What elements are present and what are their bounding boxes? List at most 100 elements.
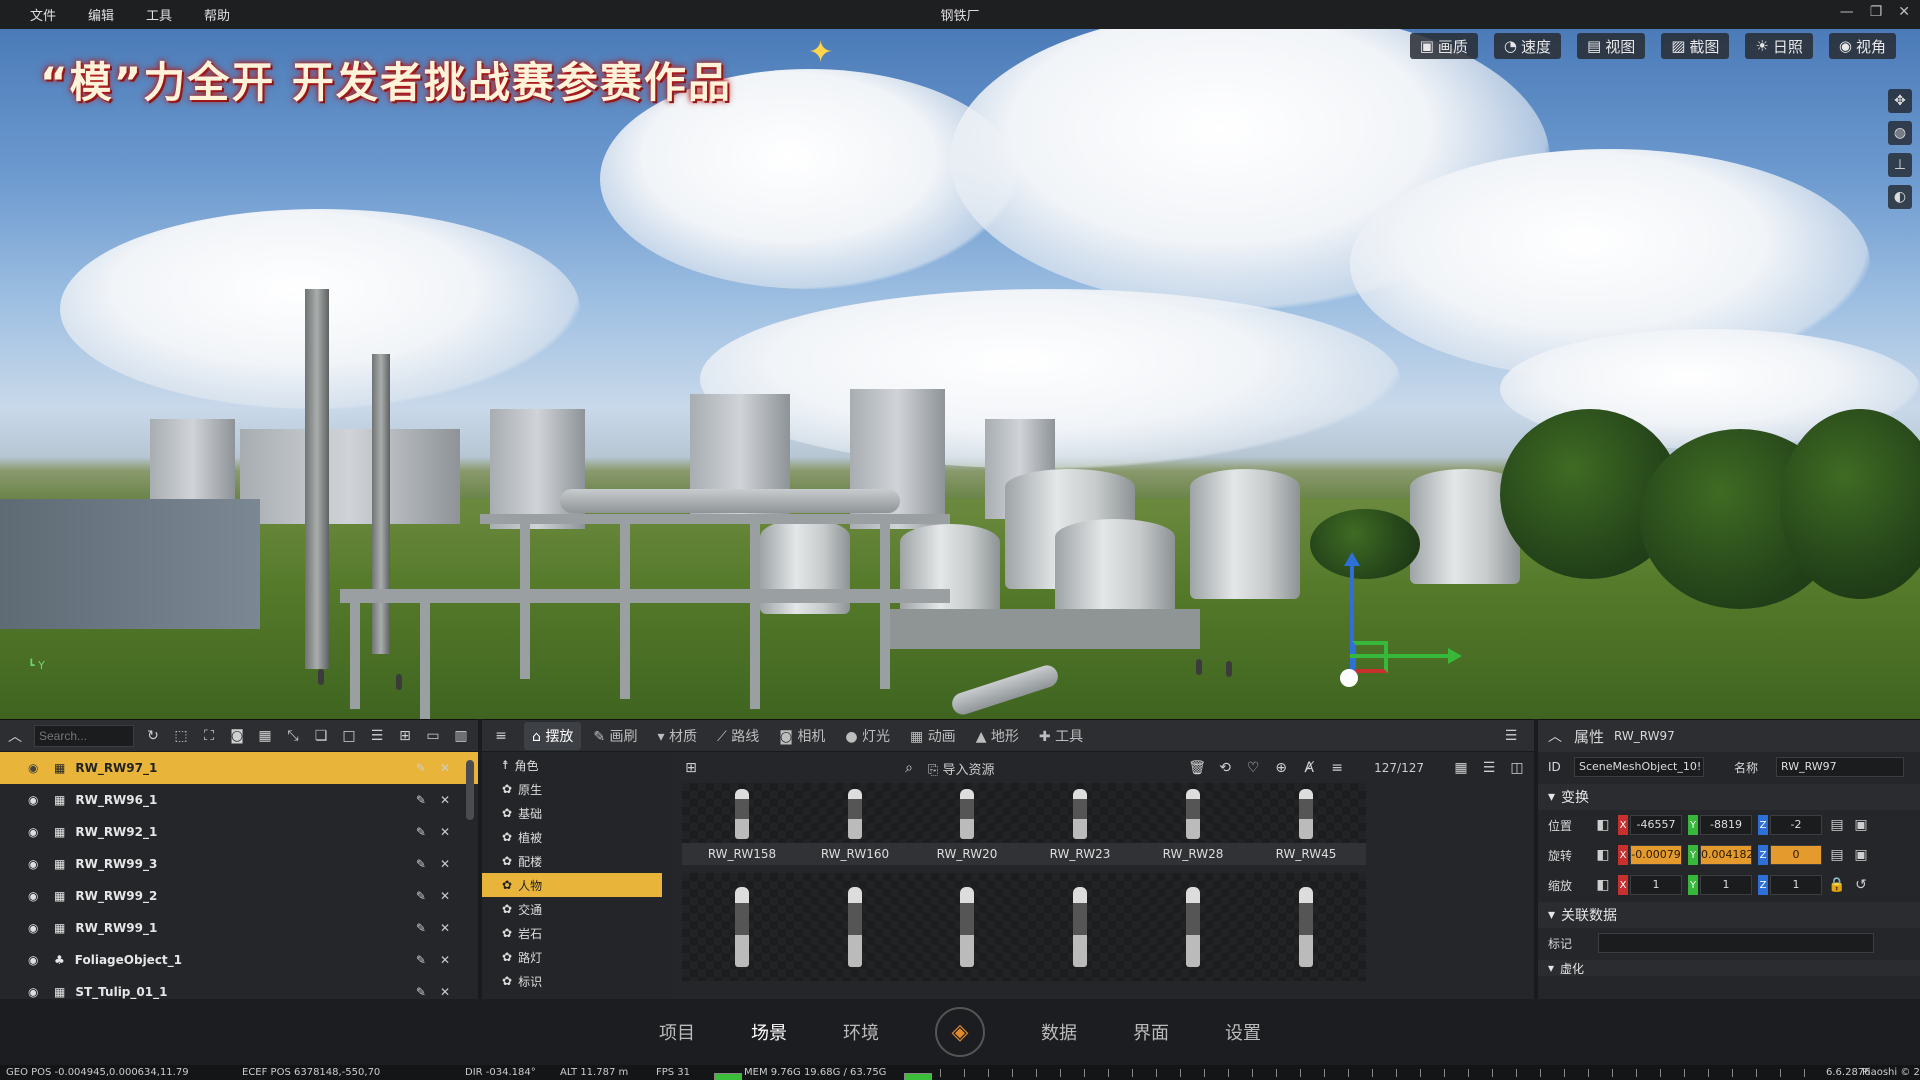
- visibility-eye-icon[interactable]: ◉: [28, 793, 44, 807]
- camera-globe-icon[interactable]: ◐: [1888, 185, 1912, 209]
- nav-scene[interactable]: 场景: [751, 1019, 787, 1045]
- gizmo-y-arrow[interactable]: [1350, 648, 1462, 664]
- add-chart-icon[interactable]: ⊕: [1272, 760, 1290, 776]
- outliner-row[interactable]: ◉ ▦ RW_RW99_1 ✎ ✕: [0, 912, 478, 944]
- asset-thumbnail[interactable]: [1020, 873, 1140, 981]
- visibility-eye-icon[interactable]: ◉: [28, 825, 44, 839]
- scale-x[interactable]: 1: [1630, 875, 1682, 895]
- remove-icon[interactable]: ✕: [440, 921, 450, 935]
- scale-z[interactable]: 1: [1770, 875, 1822, 895]
- tab-route[interactable]: ⟋ 路线: [709, 722, 767, 750]
- view-button[interactable]: ▤ 视图: [1577, 33, 1646, 59]
- visibility-eye-icon[interactable]: ◉: [28, 985, 44, 999]
- asset-thumbnail[interactable]: [682, 873, 802, 981]
- reset-icon[interactable]: ↺: [1852, 877, 1870, 893]
- category-item[interactable]: ☨ 角色: [482, 753, 672, 777]
- category-item[interactable]: ✿ 交通: [482, 897, 672, 921]
- frame-icon[interactable]: ⛶: [200, 728, 218, 744]
- remove-icon[interactable]: ✕: [440, 825, 450, 839]
- rotation-z[interactable]: 0: [1770, 845, 1822, 865]
- menu-edit[interactable]: 编辑: [72, 5, 130, 24]
- nav-data[interactable]: 数据: [1041, 1019, 1077, 1045]
- perspective-button[interactable]: ◉ 视角: [1828, 33, 1896, 59]
- tab-brush[interactable]: ✎ 画刷: [585, 722, 645, 750]
- edit-icon[interactable]: ✎: [416, 825, 426, 839]
- preview-icon[interactable]: ◫: [1508, 760, 1526, 776]
- visibility-eye-icon[interactable]: ◉: [28, 857, 44, 871]
- category-item[interactable]: ✿ 人物: [482, 873, 662, 897]
- move-icon[interactable]: ✥: [1888, 89, 1912, 113]
- asset-thumbnail[interactable]: [1246, 873, 1366, 981]
- rotation-x[interactable]: -0.00079: [1630, 845, 1682, 865]
- category-item[interactable]: ✿ 植被: [482, 825, 672, 849]
- app-logo-icon[interactable]: ◈: [935, 1007, 985, 1057]
- panel-icon[interactable]: ▭: [424, 728, 442, 744]
- rotation-y[interactable]: 0.004182: [1700, 845, 1754, 865]
- group-icon[interactable]: ⊞: [396, 728, 414, 744]
- remove-icon[interactable]: ✕: [440, 761, 450, 775]
- outliner-row[interactable]: ◉ ▦ RW_RW97_1 ✎ ✕: [0, 752, 478, 784]
- name-field[interactable]: RW_RW97: [1776, 757, 1904, 777]
- remove-icon[interactable]: ✕: [440, 889, 450, 903]
- collapse-icon[interactable]: ︿: [1546, 726, 1564, 746]
- asset-thumbnail[interactable]: RW_RW28: [1133, 783, 1253, 865]
- camera-icon[interactable]: ◙: [228, 728, 246, 744]
- nav-project[interactable]: 项目: [659, 1019, 695, 1045]
- scene-viewport[interactable]: ┗ Y “模”力全开 开发者挑战赛参赛作品 ✦ ▣ 画质 ◔ 速度 ▤ 视图 ▨ 截图 …: [0, 29, 1920, 719]
- tab-animation[interactable]: ▦ 动画: [902, 722, 964, 750]
- tab-terrain[interactable]: ▲ 地形: [968, 722, 1027, 750]
- outliner-scrollbar[interactable]: [466, 760, 474, 820]
- sort-az-icon[interactable]: Ⱥ: [1300, 760, 1318, 776]
- menu-tools[interactable]: 工具: [130, 5, 188, 24]
- asset-thumbnail[interactable]: [795, 873, 915, 981]
- nav-environment[interactable]: 环境: [843, 1019, 879, 1045]
- edit-icon[interactable]: ✎: [416, 857, 426, 871]
- asset-thumbnail[interactable]: [1133, 873, 1253, 981]
- category-item[interactable]: ✿ 路灯: [482, 945, 672, 969]
- paste-icon[interactable]: ▤: [1828, 817, 1846, 833]
- visibility-eye-icon[interactable]: ◉: [28, 761, 44, 775]
- outliner-row[interactable]: ◉ ▦ RW_RW99_2 ✎ ✕: [0, 880, 478, 912]
- tab-tools[interactable]: ✚ 工具: [1031, 722, 1091, 750]
- edit-icon[interactable]: ✎: [416, 921, 426, 935]
- category-item[interactable]: ✿ 基础: [482, 801, 672, 825]
- globe-icon[interactable]: ◍: [1888, 121, 1912, 145]
- import-button[interactable]: ⎘ 导入资源: [928, 759, 995, 778]
- tab-light[interactable]: ● 灯光: [837, 722, 898, 750]
- grid-view-icon[interactable]: ▦: [1452, 760, 1470, 776]
- position-y[interactable]: -8819: [1700, 815, 1752, 835]
- position-z[interactable]: -2: [1770, 815, 1822, 835]
- nav-interface[interactable]: 界面: [1133, 1019, 1169, 1045]
- transform-section[interactable]: ▾ 变换: [1538, 784, 1920, 810]
- minimize-icon[interactable]: —: [1840, 4, 1854, 20]
- position-x[interactable]: -46557: [1630, 815, 1682, 835]
- table-icon[interactable]: ▥: [452, 728, 470, 744]
- nav-settings[interactable]: 设置: [1225, 1019, 1261, 1045]
- select-all-icon[interactable]: ⬚: [172, 728, 190, 744]
- visibility-eye-icon[interactable]: ◉: [28, 921, 44, 935]
- category-item[interactable]: ✿ 原生: [482, 777, 672, 801]
- visibility-eye-icon[interactable]: ◉: [28, 953, 44, 967]
- tab-place[interactable]: ⌂ 摆放: [524, 721, 582, 750]
- refresh-icon[interactable]: ↻: [144, 728, 162, 744]
- virtualize-section[interactable]: ▾ 虚化: [1538, 960, 1920, 976]
- timeline-ruler[interactable]: [940, 1069, 1820, 1077]
- outliner-row[interactable]: ◉ ▦ RW_RW92_1 ✎ ✕: [0, 816, 478, 848]
- filter-icon[interactable]: ≡: [1328, 760, 1346, 776]
- tab-material[interactable]: ▾ 材质: [650, 722, 705, 750]
- category-item[interactable]: ✿ 岩石: [482, 921, 672, 945]
- outliner-row[interactable]: ◉ ▦ RW_RW96_1 ✎ ✕: [0, 784, 478, 816]
- remove-icon[interactable]: ✕: [440, 953, 450, 967]
- category-item[interactable]: ✿ 配楼: [482, 849, 672, 873]
- edit-icon[interactable]: ✎: [416, 953, 426, 967]
- asset-thumbnail[interactable]: RW_RW158: [682, 783, 802, 865]
- asset-thumbnail[interactable]: RW_RW23: [1020, 783, 1140, 865]
- list-icon[interactable]: ☰: [368, 728, 386, 744]
- tab-camera[interactable]: ◙ 相机: [771, 722, 833, 750]
- outliner-row[interactable]: ◉ ♣ FoliageObject_1 ✎ ✕: [0, 944, 478, 976]
- outliner-row[interactable]: ◉ ▦ RW_RW99_3 ✎ ✕: [0, 848, 478, 880]
- scale-y[interactable]: 1: [1700, 875, 1752, 895]
- history-icon[interactable]: ⟲: [1216, 760, 1234, 776]
- speed-button[interactable]: ◔ 速度: [1493, 33, 1562, 59]
- list-view-icon[interactable]: ☰: [1480, 760, 1498, 776]
